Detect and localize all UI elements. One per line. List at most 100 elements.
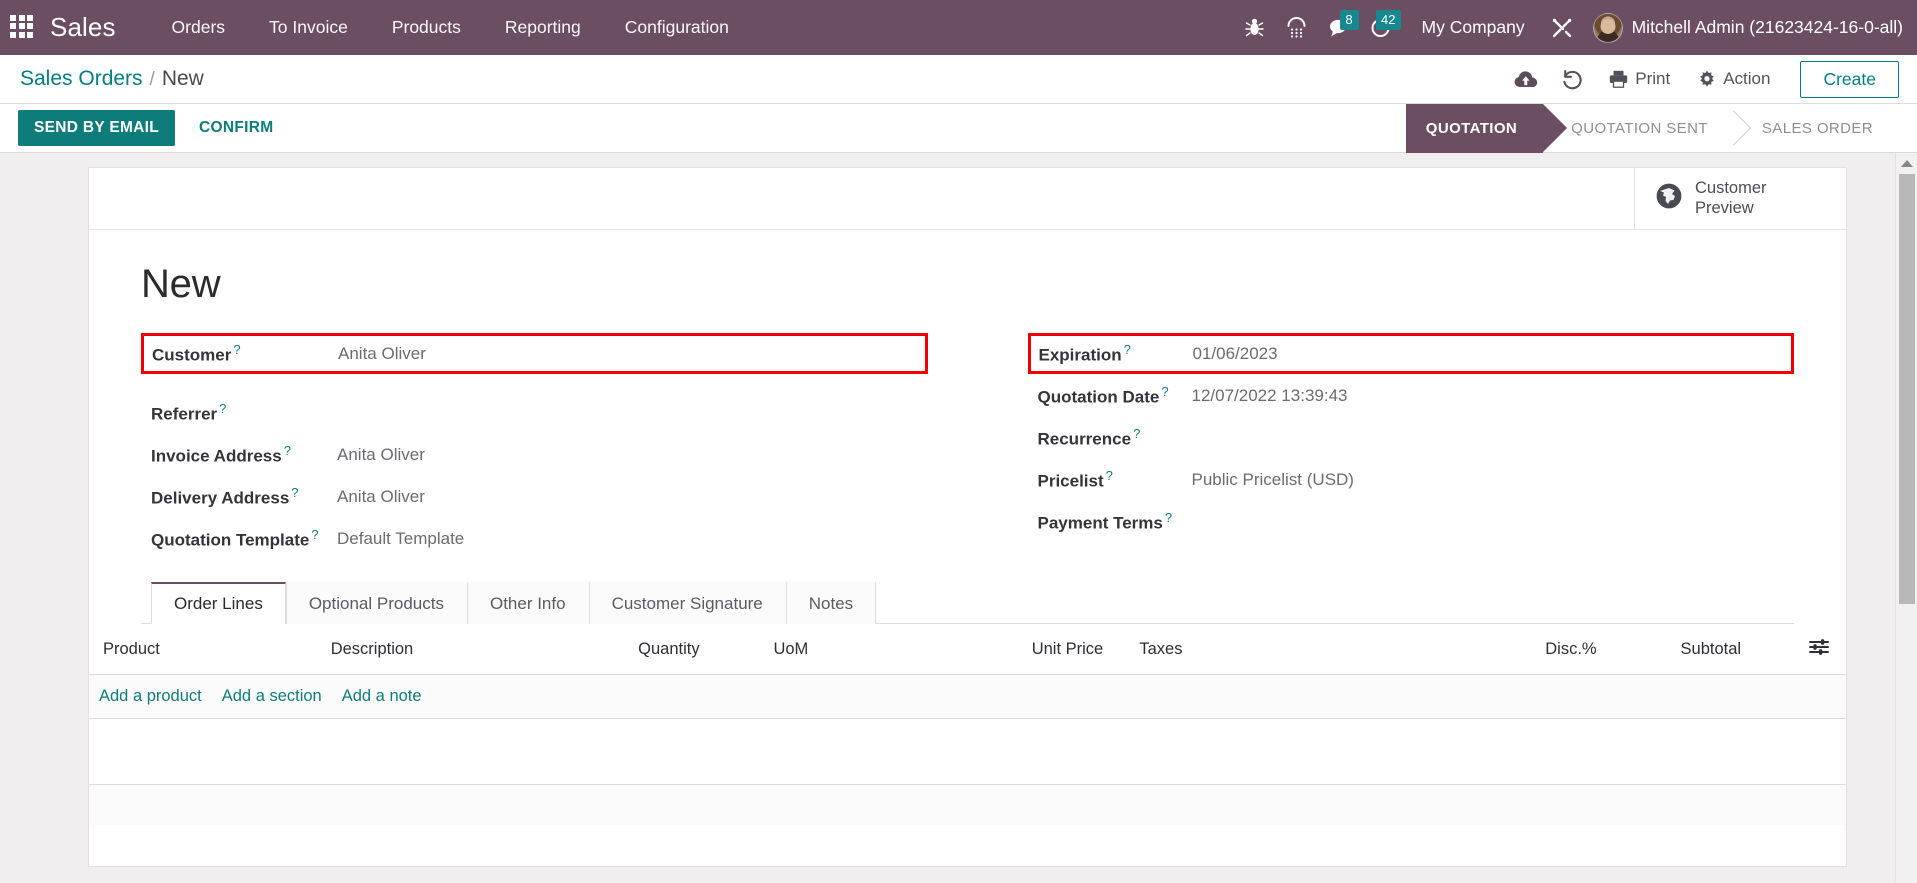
add-a-note-link[interactable]: Add a note <box>342 687 422 706</box>
tab-optional-products[interactable]: Optional Products <box>285 582 467 624</box>
column-product[interactable]: Product <box>89 624 323 675</box>
help-icon: ? <box>233 341 241 357</box>
apps-grid-icon[interactable] <box>10 14 36 41</box>
column-settings-icon <box>1809 639 1829 655</box>
tab-notes[interactable]: Notes <box>785 582 877 624</box>
main-content: Customer Preview New Customer? Anita Oli <box>0 153 1917 883</box>
confirm-button[interactable]: CONFIRM <box>183 110 289 146</box>
menu-item-reporting[interactable]: Reporting <box>483 11 603 44</box>
notebook-tabs: Order Lines Optional Products Other Info… <box>141 582 1794 624</box>
control-panel: Sales Orders / New Print Action Create <box>0 55 1917 104</box>
field-delivery-address-value[interactable]: Anita Oliver <box>329 487 920 507</box>
create-button[interactable]: Create <box>1800 60 1899 98</box>
help-icon: ? <box>1164 509 1173 525</box>
field-referrer[interactable]: Referrer? <box>141 392 928 433</box>
field-pricelist-value[interactable]: Public Pricelist (USD) <box>1184 470 1787 490</box>
stage-statusbar: QUOTATION QUOTATION SENT SALES ORDER <box>1405 103 1917 153</box>
breadcrumb-current: New <box>161 67 204 90</box>
field-quotation-date-value[interactable]: 12/07/2022 13:39:43 <box>1184 386 1787 406</box>
field-recurrence-value[interactable] <box>1184 428 1787 448</box>
field-invoice-address[interactable]: Invoice Address? Anita Oliver <box>141 434 928 475</box>
column-quantity[interactable]: Quantity <box>630 624 766 675</box>
menu-item-products[interactable]: Products <box>370 11 483 44</box>
stage-quotation[interactable]: QUOTATION <box>1405 103 1544 153</box>
column-taxes[interactable]: Taxes <box>1131 624 1538 675</box>
field-quotation-date-label: Quotation Date? <box>1037 383 1169 407</box>
wrench-screwdriver-icon[interactable] <box>1541 8 1583 48</box>
field-payment-terms[interactable]: Payment Terms? <box>1028 501 1795 542</box>
tab-other-info[interactable]: Other Info <box>466 582 589 624</box>
messages-counter[interactable]: 8 <box>1318 8 1360 48</box>
activities-badge: 42 <box>1376 9 1401 30</box>
globe-icon <box>1655 182 1683 215</box>
help-icon: ? <box>1105 467 1113 483</box>
field-referrer-label: Referrer? <box>151 400 227 424</box>
sheet-footer-space <box>89 785 1846 825</box>
stage-quotation-sent[interactable]: QUOTATION SENT <box>1543 104 1734 153</box>
field-delivery-address-label: Delivery Address? <box>151 484 299 508</box>
field-invoice-address-value[interactable]: Anita Oliver <box>329 445 920 465</box>
tab-customer-signature[interactable]: Customer Signature <box>588 582 786 624</box>
stage-sales-order[interactable]: SALES ORDER <box>1734 104 1899 153</box>
field-payment-terms-value[interactable] <box>1184 512 1787 532</box>
menu-item-to-invoice[interactable]: To Invoice <box>247 11 370 44</box>
column-discount[interactable]: Disc.% <box>1537 624 1673 675</box>
help-icon: ? <box>311 526 319 542</box>
add-a-product-link[interactable]: Add a product <box>99 687 202 706</box>
field-expiration[interactable]: Expiration? 01/06/2023 <box>1027 333 1794 374</box>
tab-order-lines[interactable]: Order Lines <box>151 582 286 624</box>
user-menu[interactable]: Mitchell Admin (21623424-16-0-all) <box>1583 12 1903 43</box>
save-record-button[interactable] <box>1503 62 1549 96</box>
field-referrer-value[interactable] <box>329 403 920 423</box>
form-statusbar-row: SEND BY EMAIL CONFIRM QUOTATION QUOTATIO… <box>0 103 1917 153</box>
field-quotation-template-value[interactable]: Default Template <box>329 529 920 549</box>
company-switcher[interactable]: My Company <box>1402 17 1541 38</box>
column-description[interactable]: Description <box>322 624 631 675</box>
breadcrumb-sales-orders[interactable]: Sales Orders <box>20 67 143 91</box>
optional-columns-toggle[interactable] <box>1789 624 1846 675</box>
action-button[interactable]: Action <box>1684 63 1784 95</box>
stat-button-box: Customer Preview <box>89 168 1846 230</box>
print-label: Print <box>1635 69 1671 88</box>
print-button[interactable]: Print <box>1595 63 1684 95</box>
field-recurrence[interactable]: Recurrence? <box>1028 417 1795 458</box>
order-lines-body: Add a product Add a section Add a note <box>89 674 1846 719</box>
scrollbar-up-arrow[interactable] <box>1895 153 1917 173</box>
notebook: Order Lines Optional Products Other Info… <box>141 582 1794 624</box>
field-quotation-date[interactable]: Quotation Date? 12/07/2022 13:39:43 <box>1028 375 1795 416</box>
help-icon: ? <box>291 484 299 500</box>
column-subtotal[interactable]: Subtotal <box>1672 624 1790 675</box>
field-expiration-value[interactable]: 01/06/2023 <box>1185 344 1786 364</box>
help-icon: ? <box>1161 383 1169 399</box>
field-customer-value[interactable]: Anita Oliver <box>330 344 919 364</box>
field-payment-terms-label: Payment Terms? <box>1037 509 1173 533</box>
user-name: Mitchell Admin (21623424-16-0-all) <box>1631 17 1903 37</box>
app-brand-sales[interactable]: Sales <box>50 12 116 43</box>
field-pricelist[interactable]: Pricelist? Public Pricelist (USD) <box>1028 459 1795 500</box>
help-icon: ? <box>283 442 291 458</box>
column-uom[interactable]: UoM <box>765 624 1024 675</box>
field-delivery-address[interactable]: Delivery Address? Anita Oliver <box>141 476 928 517</box>
control-panel-actions: Print Action Create <box>1503 60 1899 98</box>
undo-icon <box>1563 69 1582 89</box>
customer-preview-button[interactable]: Customer Preview <box>1634 168 1846 229</box>
add-row: Add a product Add a section Add a note <box>89 674 1846 719</box>
avatar <box>1592 12 1623 43</box>
menu-item-configuration[interactable]: Configuration <box>603 11 751 44</box>
field-quotation-template[interactable]: Quotation Template? Default Template <box>141 518 928 559</box>
field-customer[interactable]: Customer? Anita Oliver <box>141 333 928 374</box>
discard-changes-button[interactable] <box>1549 62 1595 96</box>
send-by-email-button[interactable]: SEND BY EMAIL <box>18 110 176 146</box>
form-body: New Customer? Anita Oliver Referrer? Inv… <box>89 230 1846 624</box>
activities-counter[interactable]: 42 <box>1360 8 1402 48</box>
printer-icon <box>1610 70 1628 88</box>
bug-icon[interactable] <box>1234 8 1276 48</box>
phone-keypad-icon[interactable] <box>1276 8 1318 48</box>
column-unit-price[interactable]: Unit Price <box>1023 624 1132 675</box>
scrollbar-thumb[interactable] <box>1898 174 1915 604</box>
add-a-section-link[interactable]: Add a section <box>222 687 322 706</box>
order-lines-table: Product Description Quantity UoM Unit Pr… <box>89 624 1846 719</box>
field-expiration-label: Expiration? <box>1038 341 1131 365</box>
menu-item-orders[interactable]: Orders <box>150 11 247 44</box>
vertical-scrollbar[interactable] <box>1895 153 1917 883</box>
